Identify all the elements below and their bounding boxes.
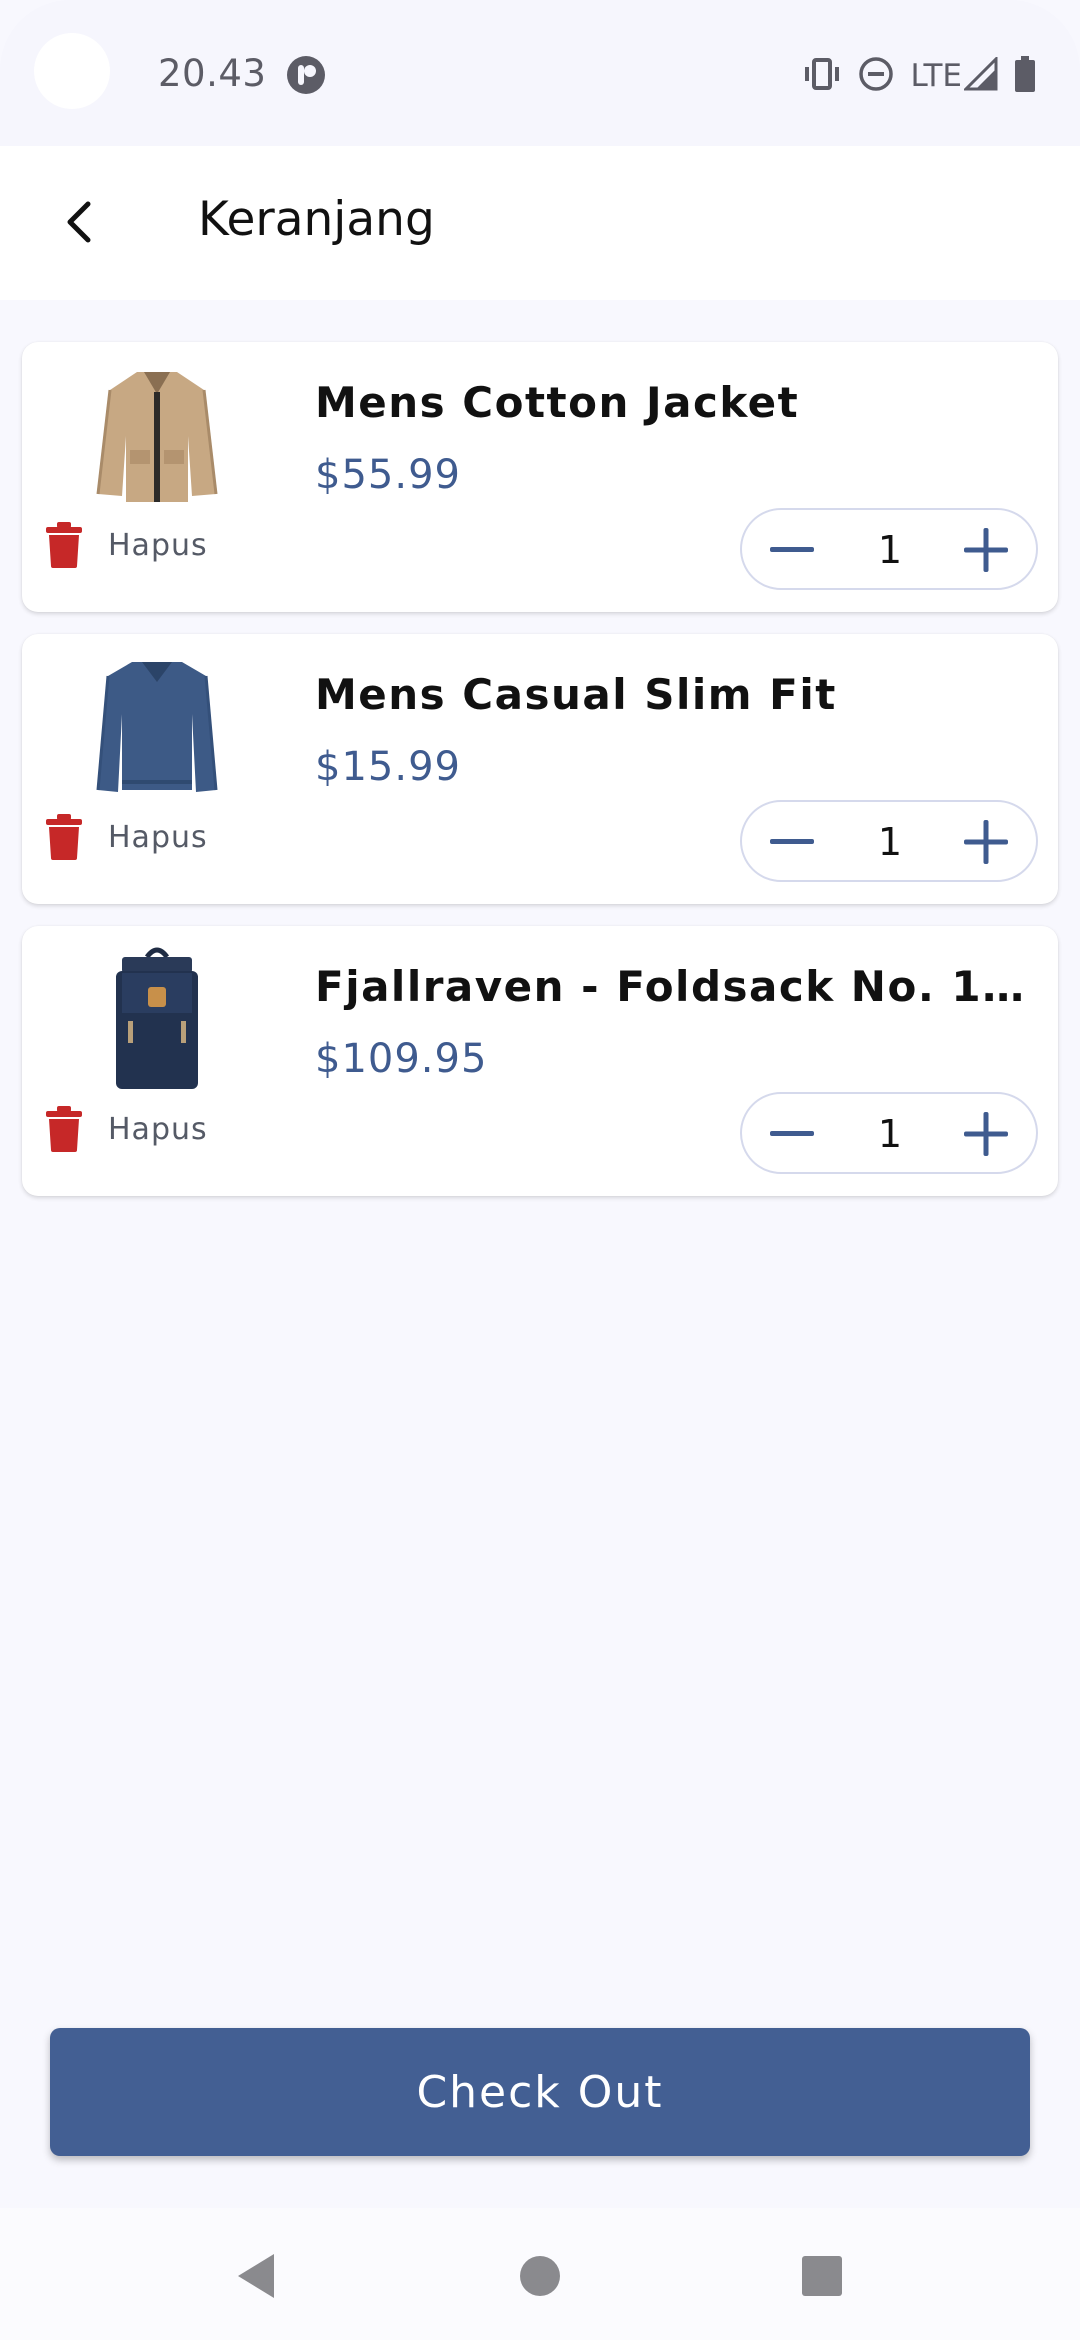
circle-home-icon — [520, 2256, 560, 2296]
quantity-stepper: 1 — [740, 800, 1038, 882]
app-notification-icon — [286, 55, 326, 95]
trash-icon — [46, 814, 82, 860]
nav-back-button[interactable] — [226, 2246, 286, 2306]
delete-label: Hapus — [108, 1111, 208, 1147]
status-bar: 20.43 LTE — [0, 0, 1080, 146]
backpack-image — [82, 940, 232, 1096]
plus-icon — [964, 820, 1008, 864]
nav-home-button[interactable] — [510, 2246, 570, 2306]
increase-quantity-button[interactable] — [956, 812, 1016, 872]
delete-button[interactable]: Hapus — [44, 1104, 208, 1154]
status-time: 20.43 — [158, 52, 267, 95]
app-bar: Keranjang — [0, 146, 1080, 300]
product-price: $55.99 — [315, 452, 461, 498]
triangle-back-icon — [238, 2254, 274, 2298]
delete-button[interactable]: Hapus — [44, 520, 208, 570]
delete-label: Hapus — [108, 819, 208, 855]
trash-icon — [46, 522, 82, 568]
shirt-image — [82, 648, 232, 804]
quantity-value: 1 — [877, 528, 903, 572]
arrow-back-icon — [67, 201, 91, 243]
page-title: Keranjang — [198, 192, 435, 247]
network-type: LTE — [910, 58, 962, 94]
minus-icon — [770, 547, 814, 552]
quantity-value: 1 — [877, 1112, 903, 1156]
status-icons: LTE — [786, 54, 1036, 98]
signal-icon — [962, 55, 998, 95]
quantity-value: 1 — [877, 820, 903, 864]
minus-icon — [770, 839, 814, 844]
delete-button[interactable]: Hapus — [44, 812, 208, 862]
camera-cutout — [34, 33, 110, 109]
checkout-button[interactable]: Check Out — [50, 2028, 1030, 2156]
cart-item: Hapus Mens Casual Slim Fit $15.99 1 — [22, 634, 1058, 904]
battery-icon — [1014, 56, 1036, 96]
product-price: $109.95 — [315, 1036, 488, 1082]
plus-icon — [964, 1112, 1008, 1156]
increase-quantity-button[interactable] — [956, 1104, 1016, 1164]
decrease-quantity-button[interactable] — [762, 812, 822, 872]
cart-item: Hapus Mens Cotton Jacket $55.99 1 — [22, 342, 1058, 612]
square-recents-icon — [802, 2256, 842, 2296]
system-nav-bar — [0, 2208, 1080, 2340]
product-price: $15.99 — [315, 744, 461, 790]
product-name: Mens Casual Slim Fit — [315, 670, 837, 719]
decrease-quantity-button[interactable] — [762, 520, 822, 580]
cart-item: Hapus Fjallraven - Foldsack No. 1 Backpa… — [22, 926, 1058, 1196]
plus-icon — [964, 528, 1008, 572]
do-not-disturb-icon — [858, 56, 894, 96]
back-button[interactable] — [40, 182, 120, 262]
increase-quantity-button[interactable] — [956, 520, 1016, 580]
quantity-stepper: 1 — [740, 1092, 1038, 1174]
nav-recents-button[interactable] — [792, 2246, 852, 2306]
minus-icon — [770, 1131, 814, 1136]
vibrate-icon — [802, 56, 842, 96]
delete-label: Hapus — [108, 527, 208, 563]
decrease-quantity-button[interactable] — [762, 1104, 822, 1164]
quantity-stepper: 1 — [740, 508, 1038, 590]
jacket-image — [82, 356, 232, 512]
trash-icon — [46, 1106, 82, 1152]
cart-list: Hapus Mens Cotton Jacket $55.99 1 Hapus … — [22, 342, 1058, 1218]
product-name: Mens Cotton Jacket — [315, 378, 800, 427]
product-name: Fjallraven - Foldsack No. 1 Backpack, Fi… — [315, 962, 1035, 1011]
